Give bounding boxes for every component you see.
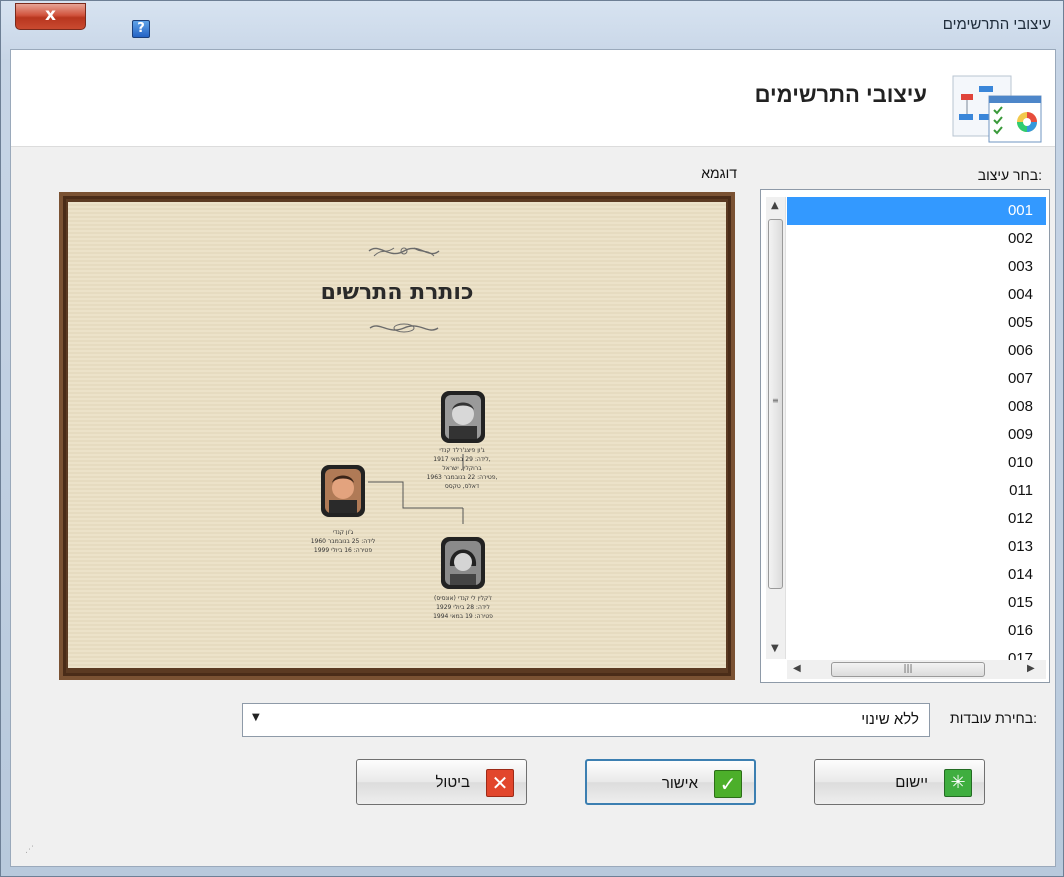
list-item[interactable]: 002 — [787, 225, 1046, 253]
portrait-mother — [441, 537, 485, 589]
list-item[interactable]: 004 — [787, 281, 1046, 309]
caption-son: ג'ון קנדי לידה: 25 בנובמבר 1960 פטירה: 1… — [310, 529, 376, 554]
vertical-scroll-thumb[interactable]: ≡ — [768, 219, 783, 589]
apply-icon: ✳ — [944, 769, 972, 797]
dialog-client-area: עיצובי התרשימים דוגמא בחר עיצוב: כותרת ה… — [10, 49, 1056, 867]
cancel-button-label: ביטול — [435, 774, 470, 791]
grip-icon: ≡ — [772, 396, 779, 405]
preview-pane: כותרת התרשים ג'ון פיצג'רלד קנדי לידה: 29… — [59, 192, 735, 680]
list-item[interactable]: 013 — [787, 533, 1046, 561]
portrait-son — [321, 465, 365, 517]
dialog-window: x ? עיצובי התרשימים עיצובי התרשימים דוגמ… — [0, 0, 1064, 877]
tree-connectors — [368, 454, 464, 524]
title-bar: x ? עיצובי התרשימים — [1, 1, 1064, 49]
preview-paper: כותרת התרשים ג'ון פיצג'רלד קנדי לידה: 29… — [68, 202, 726, 668]
horizontal-scroll-thumb[interactable]: ||| — [831, 662, 985, 677]
caption-father: ג'ון פיצג'רלד קנדי לידה: 29 במאי 1917, ב… — [426, 447, 498, 490]
ok-button[interactable]: ✓ אישור — [585, 759, 756, 805]
list-item[interactable]: 015 — [787, 589, 1046, 617]
style-list-label: בחר עיצוב: — [977, 167, 1042, 183]
help-button[interactable]: ? — [132, 20, 150, 38]
list-item[interactable]: 012 — [787, 505, 1046, 533]
preview-label: דוגמא — [701, 165, 737, 181]
photos-label: בחירת עובדות: — [950, 710, 1037, 726]
list-item[interactable]: 008 — [787, 393, 1046, 421]
apply-button-label: יישום — [895, 774, 928, 791]
portrait-father — [441, 391, 485, 443]
check-icon: ✓ — [714, 770, 742, 798]
scroll-left-icon[interactable]: ◀ — [793, 663, 801, 674]
horizontal-scrollbar[interactable]: ◀ ||| ▶ — [787, 660, 1046, 679]
cancel-icon: ✕ — [486, 769, 514, 797]
list-item-selected[interactable]: 001 — [787, 197, 1046, 225]
apply-button[interactable]: ✳ יישום — [814, 759, 985, 805]
list-item[interactable]: 007 — [787, 365, 1046, 393]
style-list-items: 001 002 003 004 005 006 007 008 009 010 … — [787, 197, 1046, 673]
resize-grip-icon[interactable]: ⋰ — [25, 845, 34, 855]
caption-mother: ז'קלין לי קנדי (אונסיס) לידה: 28 ביולי 1… — [433, 595, 493, 620]
scroll-down-icon[interactable]: ▼ — [771, 643, 779, 654]
list-item[interactable]: 003 — [787, 253, 1046, 281]
chart-styles-icon — [952, 75, 1042, 143]
photos-dropdown[interactable]: ▼ ללא שינוי — [242, 703, 930, 737]
cancel-button[interactable]: ✕ ביטול — [356, 759, 527, 805]
list-item[interactable]: 016 — [787, 617, 1046, 645]
page-title: עיצובי התרשימים — [754, 82, 927, 107]
ok-button-label: אישור — [661, 775, 698, 792]
vertical-scrollbar[interactable]: ▲ ≡ ▼ — [766, 197, 786, 659]
list-item[interactable]: 005 — [787, 309, 1046, 337]
list-item[interactable]: 014 — [787, 561, 1046, 589]
chevron-down-icon[interactable]: ▼ — [252, 712, 260, 723]
list-item[interactable]: 010 — [787, 449, 1046, 477]
window-title: עיצובי התרשימים — [942, 16, 1051, 33]
list-item[interactable]: 009 — [787, 421, 1046, 449]
list-item[interactable]: 011 — [787, 477, 1046, 505]
close-button[interactable]: x — [15, 3, 86, 30]
scroll-up-icon[interactable]: ▲ — [771, 200, 779, 211]
list-item[interactable]: 006 — [787, 337, 1046, 365]
dropdown-value: ללא שינוי — [861, 711, 919, 728]
scroll-right-icon[interactable]: ▶ — [1027, 663, 1035, 674]
style-listbox[interactable]: 001 002 003 004 005 006 007 008 009 010 … — [760, 189, 1050, 683]
header-band: עיצובי התרשימים — [11, 50, 1055, 147]
